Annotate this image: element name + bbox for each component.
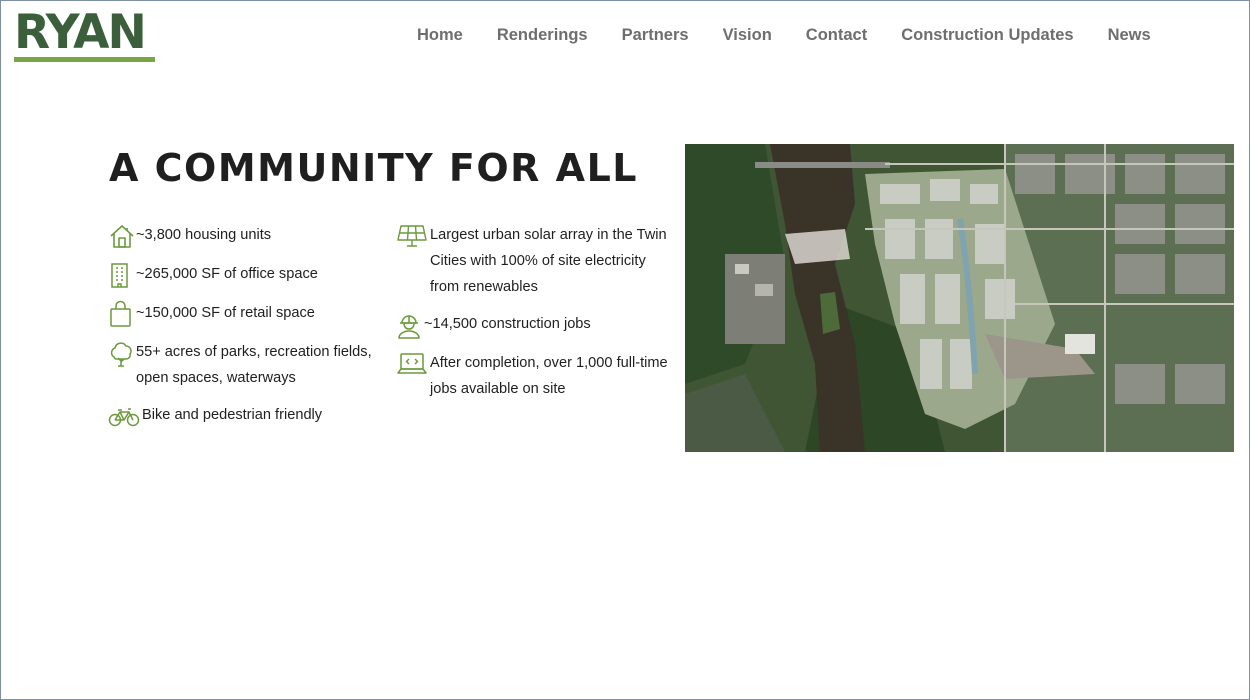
page-title: A COMMUNITY FOR ALL — [109, 146, 639, 190]
house-icon — [108, 222, 136, 250]
feature-office: ~265,000 SF of office space — [108, 261, 378, 289]
bicycle-icon — [108, 402, 142, 430]
feature-text: Largest urban solar array in the Twin Ci… — [430, 227, 667, 295]
tree-icon — [108, 339, 136, 367]
feature-list-left: ~3,800 housing units ~265,000 SF of offi… — [108, 222, 378, 430]
laptop-icon — [396, 350, 430, 378]
ryan-logo[interactable]: RYAN — [14, 5, 156, 64]
feature-parks: 55+ acres of parks, recreation fields, o… — [108, 339, 378, 391]
shopping-bag-icon — [108, 300, 136, 328]
logo-text: RYAN — [14, 5, 147, 60]
nav-vision[interactable]: Vision — [723, 26, 772, 45]
construction-worker-icon — [396, 311, 424, 339]
feature-text: ~265,000 SF of office space — [136, 266, 318, 282]
feature-text: ~14,500 construction jobs — [424, 316, 591, 332]
feature-construction-jobs: ~14,500 construction jobs — [396, 311, 671, 339]
feature-housing: ~3,800 housing units — [108, 222, 378, 250]
feature-text: ~150,000 SF of retail space — [136, 305, 315, 321]
feature-list-right: Largest urban solar array in the Twin Ci… — [396, 222, 671, 402]
feature-bike: Bike and pedestrian friendly — [108, 402, 378, 430]
nav-renderings[interactable]: Renderings — [497, 26, 588, 45]
feature-text: After completion, over 1,000 full-time j… — [430, 355, 668, 397]
feature-retail: ~150,000 SF of retail space — [108, 300, 378, 328]
nav-partners[interactable]: Partners — [622, 26, 689, 45]
nav-home[interactable]: Home — [417, 26, 463, 45]
feature-text: 55+ acres of parks, recreation fields, o… — [136, 344, 372, 386]
nav-construction-updates[interactable]: Construction Updates — [901, 26, 1073, 45]
aerial-site-map — [685, 144, 1234, 452]
feature-text: ~3,800 housing units — [136, 227, 272, 243]
feature-text: Bike and pedestrian friendly — [142, 407, 323, 423]
logo-underline — [14, 57, 155, 62]
office-building-icon — [108, 261, 136, 289]
main-nav: Home Renderings Partners Vision Contact … — [400, 26, 1168, 45]
nav-contact[interactable]: Contact — [806, 26, 867, 45]
solar-panel-icon — [396, 222, 430, 250]
feature-full-time-jobs: After completion, over 1,000 full-time j… — [396, 350, 671, 402]
feature-solar: Largest urban solar array in the Twin Ci… — [396, 222, 671, 300]
nav-news[interactable]: News — [1108, 26, 1151, 45]
